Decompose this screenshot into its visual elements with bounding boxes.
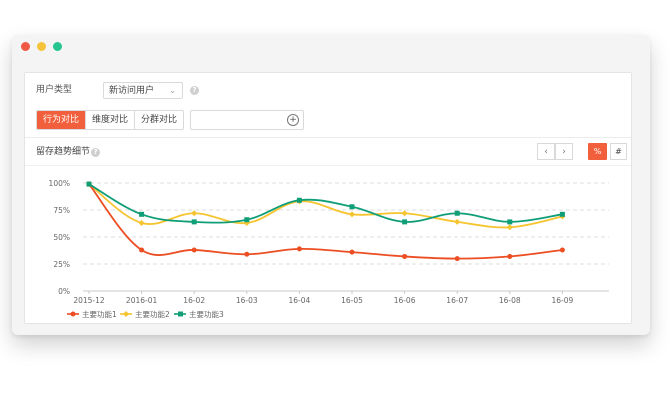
- series-line-2: [88, 183, 563, 229]
- series-3-point: [349, 204, 355, 210]
- series-2-point: [506, 224, 513, 231]
- y-tick-label: 75%: [53, 206, 70, 215]
- legend-marker: [70, 311, 76, 317]
- series-1-point: [296, 246, 302, 252]
- minimize-window-icon[interactable]: [37, 42, 46, 51]
- x-tick-label: 16-08: [499, 296, 521, 305]
- close-window-icon[interactable]: [21, 42, 30, 51]
- x-tick-label: 16-02: [183, 296, 205, 305]
- x-tick-label: 2015-12: [73, 296, 105, 305]
- series-1-point: [244, 251, 250, 257]
- legend-label-3: 主要功能3: [189, 309, 224, 319]
- series-3-point: [559, 211, 565, 217]
- x-tick-label: 16-06: [394, 296, 416, 305]
- series-line-3: [88, 183, 563, 224]
- y-tick-label: 25%: [53, 260, 70, 269]
- x-tick-label: 2016-01: [126, 296, 158, 305]
- series-3-point: [454, 210, 460, 216]
- series-3-point: [507, 219, 513, 225]
- legend-label-1: 主要功能1: [82, 309, 117, 319]
- series-1-point: [191, 247, 197, 253]
- x-tick-label: 16-09: [552, 296, 574, 305]
- series-3-point: [296, 197, 302, 203]
- series-2-point: [138, 219, 145, 226]
- series-1-point: [454, 256, 460, 262]
- series-1-point: [402, 253, 408, 259]
- x-tick-label: 16-07: [446, 296, 468, 305]
- retention-line-chart: 100% 75% 50% 25% 0%2015-12 2016-01 16-02 16-03 1…: [49, 179, 609, 319]
- series-1-point: [139, 247, 145, 253]
- legend-label-2: 主要功能2: [135, 309, 170, 319]
- series-2-point: [401, 210, 408, 217]
- series-3-point: [244, 217, 250, 223]
- y-tick-label: 100%: [49, 179, 70, 188]
- legend-marker: [123, 311, 129, 317]
- series-3-point: [191, 219, 197, 225]
- series-1-point: [349, 249, 355, 255]
- y-tick-label: 50%: [53, 233, 70, 242]
- maximize-window-icon[interactable]: [53, 42, 62, 51]
- series-3-point: [86, 181, 92, 187]
- x-tick-label: 16-04: [289, 296, 311, 305]
- series-2-point: [191, 210, 198, 217]
- retention-panel: 用户类型 新访问用户 ⌄ ? 行为对比 维度对比 分群对比 + 留存趋势细节 ?…: [24, 72, 632, 324]
- series-1-point: [507, 253, 513, 259]
- series-2-point: [454, 218, 461, 225]
- x-tick-label: 16-03: [236, 296, 258, 305]
- x-tick-label: 16-05: [341, 296, 363, 305]
- series-3-point: [402, 219, 408, 225]
- legend-marker: [178, 311, 183, 317]
- series-1-point: [559, 247, 565, 253]
- series-line-1: [88, 183, 563, 260]
- series-3-point: [139, 211, 145, 217]
- y-tick-label: 0%: [58, 287, 70, 296]
- series-2-point: [349, 211, 355, 218]
